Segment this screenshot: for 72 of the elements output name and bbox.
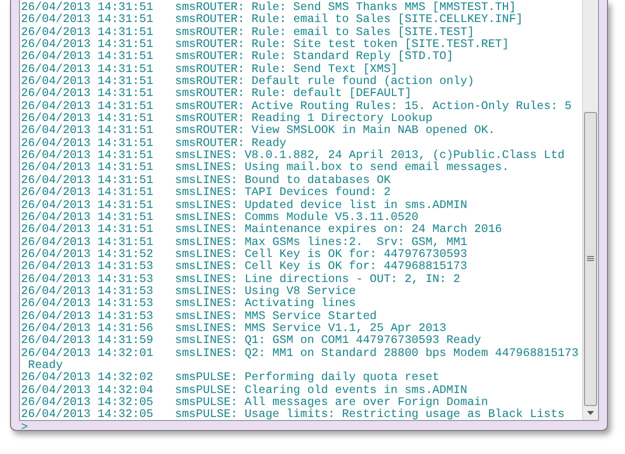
- log-timestamp: 26/04/2013 14:31:51: [21, 212, 154, 224]
- log-message: smsPULSE: Clearing old events in sms.ADMIN: [175, 384, 468, 397]
- log-timestamp: 26/04/2013 14:31:51: [21, 113, 154, 126]
- log-message: smsLINES: Updated device list in sms.ADMIN: [175, 200, 468, 212]
- scrollbar-thumb[interactable]: [584, 112, 597, 406]
- log-message: smsLINES: Max GSMs lines:2. Srv: GSM, MM1: [175, 236, 468, 249]
- log-timestamp: 26/04/2013 14:31:56: [21, 322, 154, 335]
- command-prompt[interactable]: >: [21, 420, 28, 434]
- log-message: smsROUTER: Active Routing Rules: 15. Action-Only Rules: 5: [175, 100, 572, 113]
- log-timestamp: 26/04/2013 14:31:53: [21, 286, 154, 298]
- log-timestamp: 26/04/2013 14:31:51: [21, 88, 154, 100]
- log-message: smsLINES: Line directions - OUT: 2, IN: 2: [175, 274, 460, 286]
- log-message: smsROUTER: View SMSLOOK in Main NAB opened OK.: [175, 125, 496, 138]
- log-timestamp: 26/04/2013 14:31:53: [21, 274, 154, 286]
- log-message: smsROUTER: Rule: Site test token [SITE.TEST.RET]: [175, 39, 509, 52]
- log-timestamp: 26/04/2013 14:31:51: [21, 51, 154, 64]
- log-message: smsLINES: Cell Key is OK for: 447976730593: [175, 248, 468, 261]
- log-message: smsPULSE: Usage limits: Restricting usage as Black Lists: [175, 409, 565, 422]
- log-timestamp: 26/04/2013 14:32:02: [21, 372, 154, 384]
- log-timestamp: 26/04/2013 14:31:51: [21, 187, 154, 200]
- log-message: smsROUTER: Rule: email to Sales [SITE.CELLKEY.INF]: [175, 14, 523, 26]
- log-timestamp: 26/04/2013 14:31:51: [21, 64, 154, 76]
- scroll-down-icon[interactable]: [587, 410, 594, 414]
- log-message: smsLINES: Activating lines: [175, 298, 356, 310]
- log-message: smsLINES: TAPI Devices found: 2: [175, 187, 391, 200]
- log-timestamp: 26/04/2013 14:31:51: [21, 138, 154, 150]
- log-message: smsROUTER: Reading 1 Directory Lookup: [175, 113, 432, 126]
- log-timestamp: 26/04/2013 14:31:51: [21, 2, 154, 14]
- log-message: smsLINES: Q2: MM1 on Standard 28800 bps Modem 447968815173: [175, 348, 579, 360]
- log-timestamp: 26/04/2013 14:31:53: [21, 310, 154, 323]
- log-timestamp: 26/04/2013 14:31:59: [21, 335, 154, 348]
- log-timestamp: 26/04/2013 14:32:05: [21, 397, 154, 409]
- log-message: smsROUTER: Default rule found (action only): [175, 76, 474, 88]
- log-message: smsLINES: MMS Service V1.1, 25 Apr 2013: [175, 322, 446, 335]
- log-timestamp: 26/04/2013 14:31:53: [21, 298, 154, 310]
- log-message: smsROUTER: Rule: default [DEFAULT]: [175, 88, 412, 100]
- log-message: smsPULSE: Performing daily quota reset: [175, 372, 440, 384]
- log-timestamp: 26/04/2013 14:31:51: [21, 100, 154, 113]
- log-timestamp: 26/04/2013 14:31:51: [21, 200, 154, 212]
- log-timestamp: 26/04/2013 14:31:51: [21, 224, 154, 236]
- log-message: smsROUTER: Rule: Send SMS Thanks MMS [MMSTEST.TH]: [175, 2, 516, 14]
- log-timestamp: 26/04/2013 14:31:52: [21, 248, 154, 261]
- grip-icon: [587, 256, 594, 262]
- log-message: smsLINES: Cell Key is OK for: 447968815173: [175, 261, 468, 274]
- log-message: smsROUTER: Rule: Send Text [XMS]: [175, 64, 398, 76]
- log-timestamp: 26/04/2013 14:31:51: [21, 162, 154, 174]
- log-message: smsLINES: Using V8 Service: [175, 286, 356, 298]
- log-timestamp: 26/04/2013 14:31:51: [21, 14, 154, 26]
- log-message: smsLINES: Using mail.box to send email messages.: [175, 162, 509, 174]
- log-timestamp: 26/04/2013 14:32:04: [21, 384, 154, 397]
- log-message: smsLINES: Q1: GSM on COM1 447976730593 Ready: [175, 335, 482, 348]
- log-timestamp: 26/04/2013 14:31:51: [21, 39, 154, 52]
- log-timestamp: 26/04/2013 14:32:05: [21, 409, 154, 422]
- log-message: smsROUTER: Rule: email to Sales [SITE.TEST]: [175, 26, 474, 39]
- log-message: smsLINES: Comms Module V5.3.11.0520: [175, 212, 419, 224]
- log-message: smsPULSE: All messages are over Forign Domain: [175, 397, 488, 409]
- log-timestamp: 26/04/2013 14:31:51: [21, 236, 154, 249]
- log-timestamp: 26/04/2013 14:31:51: [21, 174, 154, 187]
- log-message: smsROUTER: Rule: Standard Reply [STD.TO]: [175, 51, 454, 64]
- log-message: smsLINES: Bound to databases OK: [175, 174, 391, 187]
- log-timestamp: 26/04/2013 14:31:51: [21, 125, 154, 138]
- log-message: smsLINES: Maintenance expires on: 24 March 2016: [175, 224, 502, 236]
- scrollbar[interactable]: [582, 0, 598, 420]
- log-timestamp: 26/04/2013 14:31:51: [21, 150, 154, 162]
- log-timestamp: 26/04/2013 14:32:01: [21, 348, 154, 360]
- log-timestamp: 26/04/2013 14:31:51: [21, 76, 154, 88]
- log-message: Ready: [28, 358, 63, 372]
- log-timestamp: 26/04/2013 14:31:53: [21, 261, 154, 274]
- log-timestamp: 26/04/2013 14:31:51: [21, 26, 154, 39]
- log-message: smsLINES: MMS Service Started: [175, 310, 377, 323]
- log-message: smsLINES: V8.0.1.882, 24 April 2013, (c)Public.Class Ltd: [175, 150, 565, 162]
- log-message: smsROUTER: Ready: [175, 138, 286, 150]
